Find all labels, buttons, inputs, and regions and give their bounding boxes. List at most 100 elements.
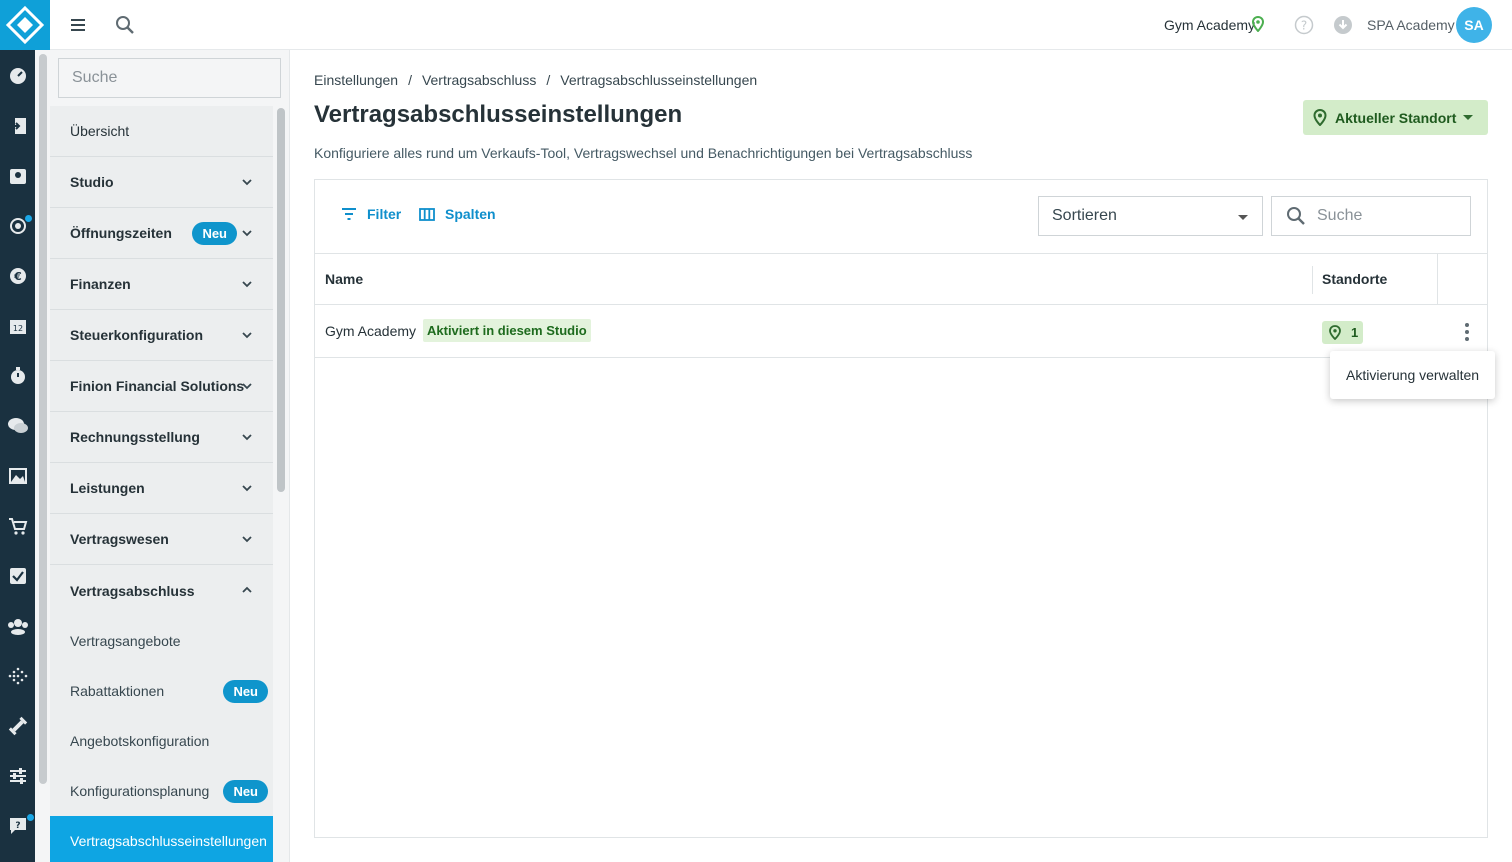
app-rail: € 12 ? — [0, 0, 50, 862]
columns-icon — [419, 207, 435, 221]
checkin-icon[interactable] — [0, 111, 35, 141]
sidebar-item-opening-hours[interactable]: Öffnungszeiten Neu — [50, 208, 273, 259]
euro-icon[interactable]: € — [0, 261, 35, 291]
caret-down-icon — [1463, 115, 1473, 120]
new-badge: Neu — [192, 222, 237, 245]
breadcrumb-item[interactable]: Vertragsabschluss — [422, 72, 536, 88]
current-studio-name[interactable]: Gym Academy — [1164, 17, 1255, 33]
help-chat-icon[interactable]: ? — [0, 811, 35, 841]
column-header-locations[interactable]: Standorte — [1322, 271, 1387, 287]
dumbbell-icon[interactable] — [0, 711, 35, 741]
app-logo[interactable] — [0, 0, 50, 50]
chevron-down-icon — [242, 230, 252, 237]
page-title: Vertragsabschlusseinstellungen — [314, 101, 683, 128]
sidebar-search-input[interactable]: Suche — [58, 58, 281, 98]
help-icon[interactable]: ? — [1294, 15, 1314, 40]
top-bar: Gym Academy ? SPA Academy SA — [35, 0, 1512, 50]
contacts-icon[interactable] — [0, 161, 35, 191]
timer-icon[interactable] — [0, 361, 35, 391]
chat-icon[interactable] — [0, 411, 35, 441]
svg-text:?: ? — [1301, 19, 1307, 33]
chevron-down-icon — [242, 536, 252, 543]
locations-count: 1 — [1351, 325, 1359, 340]
row-context-menu: Aktivierung verwalten — [1330, 351, 1495, 399]
sort-select[interactable]: Sortieren — [1038, 196, 1263, 236]
groups-icon[interactable] — [0, 611, 35, 641]
sidebar-scrollbar[interactable] — [39, 54, 47, 784]
logo-icon — [5, 5, 45, 45]
sidebar-subitem-offer-config[interactable]: Angebotskonfiguration — [50, 716, 273, 766]
sidebar-item-services[interactable]: Leistungen — [50, 463, 273, 514]
breadcrumb: Einstellungen / Vertragsabschluss / Vert… — [314, 72, 757, 88]
sidebar-item-overview[interactable]: Übersicht — [50, 106, 273, 157]
activity-icon[interactable] — [0, 661, 35, 691]
svg-text:?: ? — [15, 821, 20, 831]
sidebar-item-invoicing[interactable]: Rechnungsstellung — [50, 412, 273, 463]
current-location-label: Aktueller Standort — [1335, 109, 1457, 126]
sidebar-item-tax-config[interactable]: Steuerkonfiguration — [50, 310, 273, 361]
settings-sliders-icon[interactable] — [0, 761, 35, 791]
menu-item-manage-activation[interactable]: Aktivierung verwalten — [1346, 367, 1479, 383]
sidebar-subitem-contract-offers[interactable]: Vertragsangebote — [50, 616, 273, 666]
table-search-input[interactable]: Suche — [1271, 196, 1471, 236]
image-icon[interactable] — [0, 461, 35, 491]
chevron-down-icon — [242, 332, 252, 339]
breadcrumb-separator: / — [408, 72, 412, 88]
account-name[interactable]: SPA Academy — [1367, 17, 1455, 33]
search-icon — [1286, 206, 1306, 231]
svg-text:12: 12 — [12, 324, 22, 333]
hamburger-menu-icon[interactable] — [67, 14, 89, 36]
chevron-down-icon — [242, 485, 252, 492]
dashboard-icon[interactable] — [0, 61, 35, 91]
table-row[interactable]: Gym Academy Aktiviert in diesem Studio 1 — [315, 305, 1487, 358]
table-toolbar: Filter Spalten Sortieren Suche — [315, 180, 1487, 254]
location-pin-icon — [1251, 15, 1265, 37]
page-description: Konfiguriere alles rund um Verkaufs-Tool… — [314, 145, 973, 161]
sidebar-item-studio[interactable]: Studio — [50, 157, 273, 208]
chevron-up-icon — [242, 586, 252, 593]
download-icon[interactable] — [1333, 15, 1353, 40]
location-pin-icon — [1313, 108, 1327, 129]
row-actions-kebab-icon[interactable] — [1457, 321, 1477, 343]
sidebar-item-finion[interactable]: Finion Financial Solutions — [50, 361, 273, 412]
breadcrumb-item-current: Vertragsabschlusseinstellungen — [560, 72, 758, 88]
column-divider — [1312, 266, 1313, 294]
sidebar-subitem-config-planning[interactable]: Konfigurationsplanung Neu — [50, 766, 273, 816]
chevron-down-icon — [242, 281, 252, 288]
sidebar-list-scrollbar[interactable] — [277, 108, 285, 492]
avatar[interactable]: SA — [1456, 7, 1492, 43]
target-icon[interactable] — [0, 211, 35, 241]
settings-sidebar: Suche Übersicht Studio Öffnungszeiten Ne… — [35, 50, 290, 862]
main-content: Einstellungen / Vertragsabschluss / Vert… — [291, 50, 1512, 862]
locations-chip[interactable]: 1 — [1322, 321, 1363, 344]
breadcrumb-item[interactable]: Einstellungen — [314, 72, 398, 88]
calendar-icon[interactable]: 12 — [0, 311, 35, 341]
search-icon[interactable] — [113, 13, 137, 37]
chevron-down-icon — [242, 434, 252, 441]
cart-icon[interactable] — [0, 511, 35, 541]
new-badge: Neu — [223, 780, 268, 803]
column-divider — [1437, 254, 1438, 305]
status-badge: Aktiviert in diesem Studio — [423, 319, 591, 342]
sidebar-item-finances[interactable]: Finanzen — [50, 259, 273, 310]
sidebar-list: Übersicht Studio Öffnungszeiten Neu Fina… — [50, 106, 273, 862]
tasks-icon[interactable] — [0, 561, 35, 591]
row-name: Gym Academy — [325, 323, 417, 339]
sidebar-subitem-contract-settings[interactable]: Vertragsabschlusseinstellungen — [50, 816, 273, 862]
location-pin-icon — [1329, 325, 1341, 340]
caret-down-icon — [1238, 215, 1248, 220]
column-header-name[interactable]: Name — [325, 271, 363, 287]
sidebar-subitem-discounts[interactable]: Rabattaktionen Neu — [50, 666, 273, 716]
table-panel: Filter Spalten Sortieren Suche Name Stan… — [314, 179, 1488, 838]
breadcrumb-separator: / — [546, 72, 551, 88]
current-location-button[interactable]: Aktueller Standort — [1303, 100, 1488, 135]
columns-button[interactable]: Spalten — [419, 206, 496, 222]
filter-icon — [342, 208, 356, 220]
sidebar-item-contracts[interactable]: Vertragswesen — [50, 514, 273, 565]
sidebar-item-contract-conclusion[interactable]: Vertragsabschluss — [50, 565, 273, 616]
chevron-down-icon — [242, 179, 252, 186]
table-header: Name Standorte — [315, 254, 1487, 305]
chevron-down-icon — [242, 383, 252, 390]
new-badge: Neu — [223, 680, 268, 703]
filter-button[interactable]: Filter — [341, 206, 401, 222]
